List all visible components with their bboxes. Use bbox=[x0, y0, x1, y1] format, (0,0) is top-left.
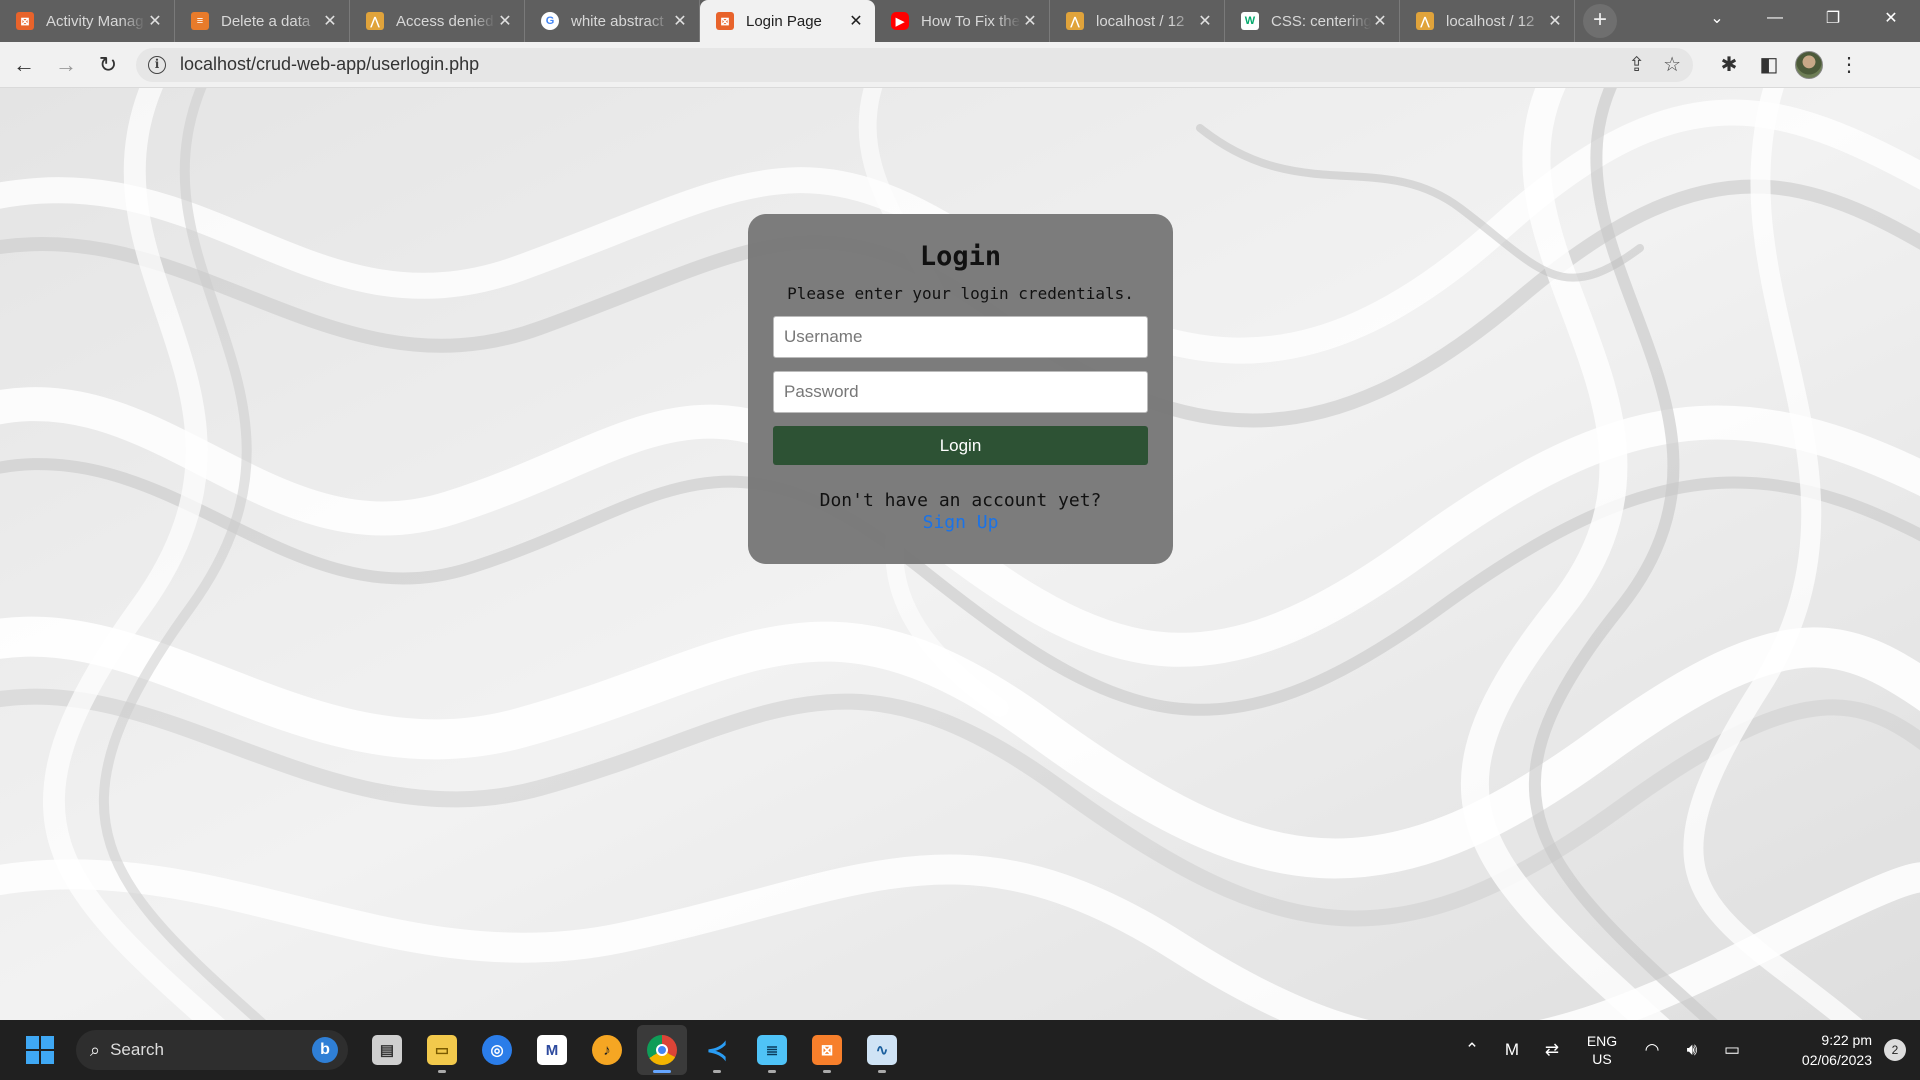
site-info-icon[interactable]: i bbox=[148, 55, 166, 74]
tab-title: Activity Manag bbox=[46, 12, 144, 30]
close-icon[interactable]: ✕ bbox=[1196, 11, 1214, 31]
system-tray: ⌃ M ⇄ ENG US ◠ 🔊︎ ▭ 9:22 pm 02/06/2023 2 bbox=[1452, 1020, 1920, 1080]
tab-access-denied[interactable]: ⋀ Access denied ✕ bbox=[350, 0, 525, 42]
mail-tray-icon[interactable]: M bbox=[1492, 1040, 1532, 1060]
tab-title: Delete a data bbox=[221, 12, 311, 30]
tab-title: How To Fix the bbox=[921, 12, 1020, 30]
date-text: 02/06/2023 bbox=[1801, 1052, 1872, 1068]
time-text: 9:22 pm bbox=[1821, 1032, 1872, 1048]
bookmark-star-icon[interactable]: ☆ bbox=[1663, 52, 1681, 77]
close-icon[interactable]: ✕ bbox=[321, 11, 339, 31]
close-icon[interactable]: ✕ bbox=[496, 11, 514, 31]
restore-icon[interactable]: ❐ bbox=[1804, 0, 1862, 36]
side-panel-icon[interactable]: ◧ bbox=[1749, 47, 1789, 83]
tab-title: Access denied bbox=[396, 12, 494, 30]
notification-badge[interactable]: 2 bbox=[1884, 1039, 1906, 1061]
tab-title: CSS: centering bbox=[1271, 12, 1371, 30]
browser-toolbar: ← → ↻ i localhost/crud-web-app/userlogin… bbox=[0, 42, 1920, 88]
task-view-icon[interactable]: ▤ bbox=[362, 1025, 412, 1075]
file-explorer-icon[interactable]: ▭ bbox=[417, 1025, 467, 1075]
taskbar: ⌕ Search b ▤ ▭ ◎ M ♪ ≺ ≣ ⊠ ∿ ⌃ M ⇄ ENG U… bbox=[0, 1020, 1920, 1080]
tab-delete-data[interactable]: ≡ Delete a data ✕ bbox=[175, 0, 350, 42]
fl-studio-icon[interactable]: ♪ bbox=[582, 1025, 632, 1075]
tab-white-abstract[interactable]: G white abstract ✕ bbox=[525, 0, 700, 42]
notepad-icon[interactable]: ≣ bbox=[747, 1025, 797, 1075]
language-code: ENG bbox=[1586, 1033, 1618, 1049]
phpmyadmin-icon: ⋀ bbox=[1416, 12, 1434, 30]
search-icon: ⌕ bbox=[90, 1039, 101, 1060]
tab-css-centering[interactable]: W CSS: centering ✕ bbox=[1225, 0, 1400, 42]
tab-title: Login Page bbox=[746, 12, 822, 30]
messenger-icon[interactable]: ◎ bbox=[472, 1025, 522, 1075]
close-icon[interactable]: ✕ bbox=[1371, 11, 1389, 31]
taskbar-apps: ▤ ▭ ◎ M ♪ ≺ ≣ ⊠ ∿ bbox=[362, 1025, 912, 1075]
tab-title: localhost / 12 bbox=[1446, 12, 1535, 30]
new-tab-button[interactable]: + bbox=[1583, 4, 1617, 38]
close-icon[interactable]: ✕ bbox=[1546, 11, 1564, 31]
taskbar-search[interactable]: ⌕ Search b bbox=[76, 1030, 348, 1070]
back-icon[interactable]: ← bbox=[6, 47, 42, 83]
clock[interactable]: 9:22 pm 02/06/2023 bbox=[1752, 1030, 1872, 1070]
address-bar[interactable]: i localhost/crud-web-app/userlogin.php ⇪… bbox=[136, 47, 1693, 82]
volume-icon[interactable]: 🔊︎ bbox=[1672, 1040, 1712, 1060]
login-title: Login bbox=[919, 241, 1002, 272]
xampp-icon[interactable]: ⊠ bbox=[802, 1025, 852, 1075]
page-viewport: Login Please enter your login credential… bbox=[0, 88, 1920, 1020]
mail-icon[interactable]: M bbox=[527, 1025, 577, 1075]
w3schools-icon: W bbox=[1241, 12, 1259, 30]
password-input[interactable] bbox=[773, 371, 1148, 413]
window-controls: ⌄ — ❐ ✕ bbox=[1688, 0, 1920, 36]
close-icon[interactable]: ✕ bbox=[1021, 11, 1039, 31]
username-input[interactable] bbox=[773, 316, 1148, 358]
sync-icon[interactable]: ⇄ bbox=[1532, 1040, 1572, 1060]
close-icon[interactable]: ✕ bbox=[847, 11, 865, 31]
login-card: Login Please enter your login credential… bbox=[748, 214, 1173, 564]
no-account-text: Don't have an account yet? bbox=[819, 490, 1102, 511]
reload-icon[interactable]: ↻ bbox=[90, 47, 126, 83]
login-button[interactable]: Login bbox=[773, 426, 1148, 465]
chevron-up-icon[interactable]: ⌃ bbox=[1452, 1040, 1492, 1060]
search-label: Search bbox=[110, 1040, 164, 1059]
tab-activity-manager[interactable]: ⊠ Activity Manag ✕ bbox=[0, 0, 175, 42]
windows-start-icon[interactable] bbox=[26, 1036, 54, 1064]
resource-monitor-icon[interactable]: ∿ bbox=[857, 1025, 907, 1075]
menu-kebab-icon[interactable]: ⋮ bbox=[1829, 47, 1869, 83]
phpmyadmin-icon: ⋀ bbox=[366, 12, 384, 30]
close-window-icon[interactable]: ✕ bbox=[1862, 0, 1920, 36]
tab-localhost-2[interactable]: ⋀ localhost / 12 ✕ bbox=[1400, 0, 1575, 42]
login-subtitle: Please enter your login credentials. bbox=[787, 284, 1134, 303]
share-icon[interactable]: ⇪ bbox=[1628, 52, 1645, 77]
stackoverflow-icon: ≡ bbox=[191, 12, 209, 30]
close-icon[interactable]: ✕ bbox=[146, 11, 164, 31]
wifi-icon[interactable]: ◠ bbox=[1632, 1040, 1672, 1060]
address-url[interactable]: localhost/crud-web-app/userlogin.php bbox=[180, 54, 1610, 75]
chrome-icon[interactable] bbox=[637, 1025, 687, 1075]
forward-icon[interactable]: → bbox=[48, 47, 84, 83]
bing-icon[interactable]: b bbox=[312, 1037, 338, 1063]
battery-icon[interactable]: ▭ bbox=[1712, 1040, 1752, 1060]
minimize-icon[interactable]: — bbox=[1746, 0, 1804, 36]
signup-link[interactable]: Sign Up bbox=[748, 512, 1173, 534]
google-icon: G bbox=[541, 12, 559, 30]
region-code: US bbox=[1592, 1051, 1612, 1067]
profile-avatar[interactable] bbox=[1789, 47, 1829, 83]
tab-title: white abstract bbox=[571, 12, 664, 30]
tab-title: localhost / 12 bbox=[1096, 12, 1185, 30]
tab-localhost-1[interactable]: ⋀ localhost / 12 ✕ bbox=[1050, 0, 1225, 42]
xampp-icon: ⊠ bbox=[16, 12, 34, 30]
tab-login-page[interactable]: ⊠ Login Page ✕ bbox=[700, 0, 875, 42]
tab-strip: ⊠ Activity Manag ✕ ≡ Delete a data ✕ ⋀ A… bbox=[0, 0, 1920, 42]
phpmyadmin-icon: ⋀ bbox=[1066, 12, 1084, 30]
extensions-icon[interactable]: ✱ bbox=[1709, 47, 1749, 83]
vscode-icon[interactable]: ≺ bbox=[692, 1025, 742, 1075]
close-icon[interactable]: ✕ bbox=[671, 11, 689, 31]
tab-youtube[interactable]: ▶ How To Fix the ✕ bbox=[875, 0, 1050, 42]
language-indicator[interactable]: ENG US bbox=[1572, 1032, 1632, 1068]
xampp-icon: ⊠ bbox=[716, 12, 734, 30]
tab-search-chevron-icon[interactable]: ⌄ bbox=[1688, 0, 1746, 36]
youtube-icon: ▶ bbox=[891, 12, 909, 30]
avatar bbox=[1795, 50, 1823, 79]
